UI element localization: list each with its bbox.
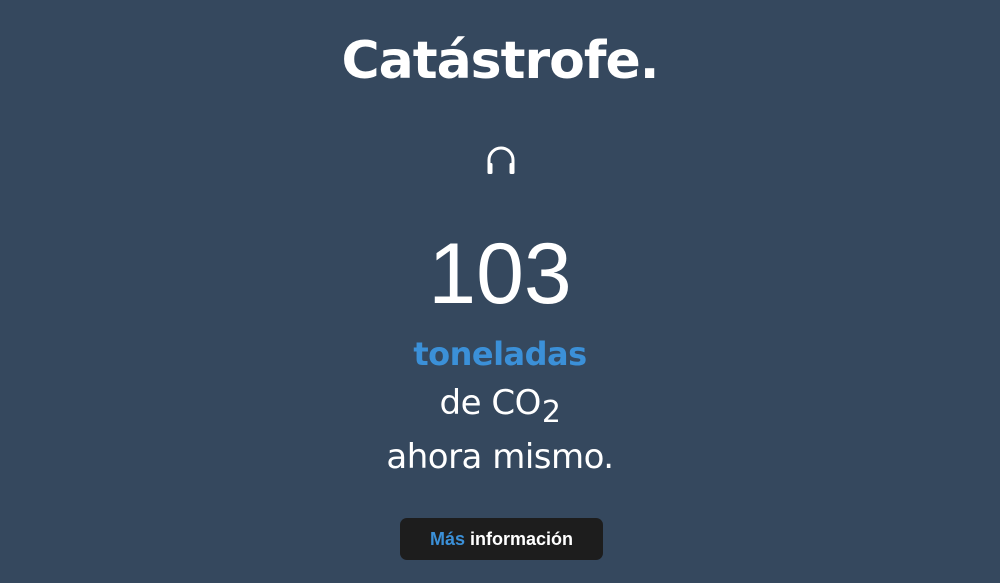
counter-line-co2: de CO2 [0,380,1000,430]
more-info-label: información [470,528,574,549]
page-title: Catástrofe. [341,31,659,91]
headphones-button[interactable] [482,141,520,179]
more-info-accent-label: Más [429,528,465,549]
page: Catástrofe. 103 toneladas de CO2 ahora m… [0,0,1000,583]
headphones-icon [487,146,515,174]
co2-subscript: 2 [541,395,561,430]
counter-unit: toneladas [413,335,587,373]
more-info-button[interactable]: Más información [400,518,603,560]
counter-line-now: ahora mismo. [386,437,614,477]
co2-prefix: de CO [439,383,542,423]
co2-counter-value: 103 [428,226,572,322]
